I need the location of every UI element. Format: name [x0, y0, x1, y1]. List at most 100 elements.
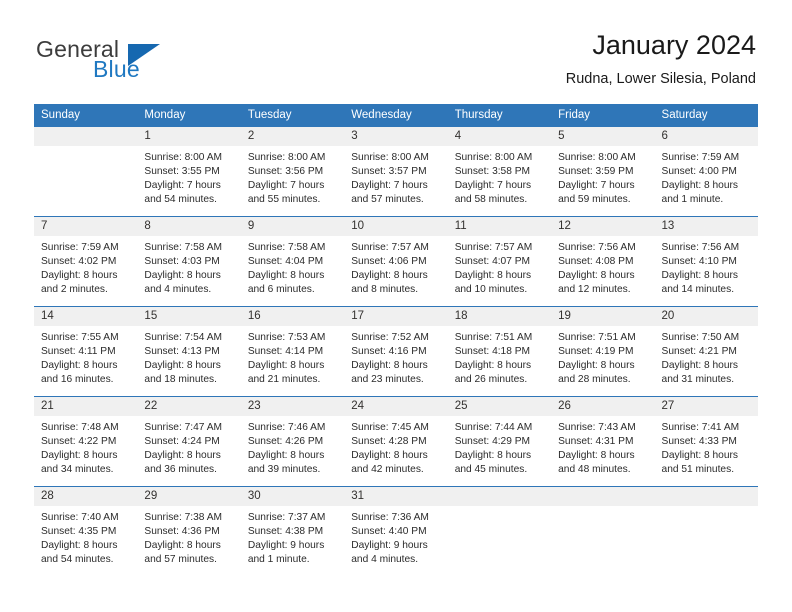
calendar-day-cell[interactable]: 4 Sunrise: 8:00 AM Sunset: 3:58 PM Daylight…	[447, 126, 552, 217]
sunset-text: Sunset: 4:14 PM	[247, 346, 324, 358]
calendar-day-cell[interactable]: 3 Sunrise: 8:00 AM Sunset: 3:57 PM Daylight…	[344, 126, 448, 217]
calendar-day-cell[interactable]: 19 Sunrise: 7:51 AM Sunset: 4:19 PM Dayligh…	[551, 306, 655, 397]
calendar-day-cell[interactable]: 15 Sunrise: 7:54 AM Sunset: 4:13 PM Dayligh…	[137, 306, 241, 397]
sunrise-text: Sunrise: 8:00 AM	[558, 152, 636, 163]
sunset-text: Sunset: 4:24 PM	[144, 436, 220, 448]
sunset-text: Sunset: 4:08 PM	[558, 256, 634, 268]
day-cell-inner: 4 Sunrise: 8:00 AM Sunset: 3:58 PM Daylight…	[447, 127, 552, 216]
day-number: 2	[240, 127, 345, 146]
calendar-header-row: Sunday Monday Tuesday Wednesday Thursday Frid…	[34, 104, 758, 127]
calendar-day-cell[interactable]: 31 Sunrise: 7:36 AM Sunset: 4:40 PM Dayligh…	[344, 486, 448, 576]
calendar-day-cell[interactable]: 8 Sunrise: 7:58 AM Sunset: 4:03 PM Daylight…	[137, 216, 241, 307]
weekday-header-thursday: Thursday	[447, 104, 552, 127]
sunrise-text: Sunrise: 7:56 AM	[661, 242, 740, 253]
calendar-day-cell[interactable]: 10 Sunrise: 7:57 AM Sunset: 4:06 PM Dayligh…	[344, 216, 448, 307]
day-details: Sunrise: 7:59 AM Sunset: 4:00 PM Daylight:…	[655, 146, 758, 207]
sunset-text: Sunset: 4:21 PM	[661, 346, 737, 358]
sunset-text: Sunset: 4:33 PM	[661, 436, 737, 448]
calendar-day-cell[interactable]: 9 Sunrise: 7:58 AM Sunset: 4:04 PM Daylight…	[240, 216, 345, 307]
sunset-text: Sunset: 4:10 PM	[661, 256, 737, 268]
day-details: Sunrise: 7:59 AM Sunset: 4:02 PM Daylight:…	[34, 236, 137, 297]
daylight-text-1: Daylight: 8 hours	[558, 270, 635, 282]
day-cell-inner: 27 Sunrise: 7:41 AM Sunset: 4:33 PM Dayligh…	[654, 397, 758, 486]
day-number: 11	[447, 217, 552, 236]
calendar-day-cell[interactable]: 26 Sunrise: 7:43 AM Sunset: 4:31 PM Dayligh…	[551, 396, 655, 487]
day-number: 17	[344, 307, 448, 326]
sunset-text: Sunset: 4:07 PM	[454, 256, 531, 268]
daylight-text-1: Daylight: 8 hours	[41, 360, 118, 372]
day-details: Sunrise: 7:40 AM Sunset: 4:35 PM Daylight:…	[34, 506, 137, 567]
day-details: Sunrise: 7:58 AM Sunset: 4:03 PM Daylight:…	[137, 236, 240, 297]
daylight-text-1: Daylight: 8 hours	[247, 360, 325, 372]
day-cell-inner: 7 Sunrise: 7:59 AM Sunset: 4:02 PM Daylight…	[34, 217, 138, 306]
sunrise-text: Sunrise: 7:56 AM	[558, 242, 636, 253]
page-title: January 2024	[592, 30, 756, 60]
calendar-week-row: 7 Sunrise: 7:59 AM Sunset: 4:02 PM Daylight…	[34, 216, 758, 307]
calendar-day-cell[interactable]: 5 Sunrise: 8:00 AM Sunset: 3:59 PM Daylight…	[551, 126, 655, 217]
day-details: Sunrise: 7:44 AM Sunset: 4:29 PM Daylight:…	[448, 416, 551, 477]
sunset-text: Sunset: 4:36 PM	[144, 526, 220, 538]
sunrise-text: Sunrise: 7:52 AM	[351, 332, 429, 343]
daylight-text-2: and 21 minutes.	[247, 374, 321, 386]
calendar-day-cell[interactable]: 11 Sunrise: 7:57 AM Sunset: 4:07 PM Dayligh…	[447, 216, 552, 307]
calendar-day-cell[interactable]: 25 Sunrise: 7:44 AM Sunset: 4:29 PM Dayligh…	[447, 396, 552, 487]
calendar-day-cell[interactable]: 14 Sunrise: 7:55 AM Sunset: 4:11 PM Dayligh…	[34, 306, 138, 397]
calendar-day-cell[interactable]: 24 Sunrise: 7:45 AM Sunset: 4:28 PM Dayligh…	[344, 396, 448, 487]
day-cell-inner: 19 Sunrise: 7:51 AM Sunset: 4:19 PM Dayligh…	[551, 307, 655, 396]
sunset-text: Sunset: 4:04 PM	[247, 256, 324, 268]
daylight-text-1: Daylight: 8 hours	[351, 360, 428, 372]
daylight-text-2: and 18 minutes.	[144, 374, 217, 386]
daylight-text-2: and 12 minutes.	[558, 284, 631, 296]
calendar-day-cell[interactable]: 2 Sunrise: 8:00 AM Sunset: 3:56 PM Daylight…	[240, 126, 345, 217]
calendar-day-cell[interactable]: 28 Sunrise: 7:40 AM Sunset: 4:35 PM Dayligh…	[34, 486, 138, 576]
sunset-text: Sunset: 4:18 PM	[454, 346, 531, 358]
day-number: 30	[240, 487, 345, 506]
day-cell-inner: 11 Sunrise: 7:57 AM Sunset: 4:07 PM Dayligh…	[447, 217, 552, 306]
day-number: 12	[551, 217, 655, 236]
calendar-day-cell[interactable]: 7 Sunrise: 7:59 AM Sunset: 4:02 PM Daylight…	[34, 216, 138, 307]
day-number	[654, 487, 758, 506]
day-cell-inner: 3 Sunrise: 8:00 AM Sunset: 3:57 PM Daylight…	[344, 127, 448, 216]
day-number: 7	[34, 217, 138, 236]
day-details: Sunrise: 8:00 AM Sunset: 3:55 PM Daylight:…	[137, 146, 240, 207]
calendar-day-cell[interactable]: 29 Sunrise: 7:38 AM Sunset: 4:36 PM Dayligh…	[137, 486, 241, 576]
sunrise-text: Sunrise: 7:59 AM	[661, 152, 740, 163]
day-cell-inner: 26 Sunrise: 7:43 AM Sunset: 4:31 PM Dayligh…	[551, 397, 655, 486]
calendar-day-cell[interactable]: 20 Sunrise: 7:50 AM Sunset: 4:21 PM Dayligh…	[654, 306, 758, 397]
daylight-text-2: and 57 minutes.	[351, 194, 424, 206]
calendar-day-cell[interactable]: 6 Sunrise: 7:59 AM Sunset: 4:00 PM Daylight…	[654, 126, 758, 217]
calendar-day-cell[interactable]: 30 Sunrise: 7:37 AM Sunset: 4:38 PM Dayligh…	[240, 486, 345, 576]
sunset-text: Sunset: 4:11 PM	[41, 346, 116, 358]
daylight-text-1: Daylight: 8 hours	[247, 450, 325, 462]
calendar-empty-cell	[551, 486, 655, 576]
general-blue-logo[interactable]: General Blue	[36, 36, 236, 82]
calendar-day-cell[interactable]: 17 Sunrise: 7:52 AM Sunset: 4:16 PM Dayligh…	[344, 306, 448, 397]
daylight-text-2: and 4 minutes.	[351, 554, 419, 566]
calendar-day-cell[interactable]: 18 Sunrise: 7:51 AM Sunset: 4:18 PM Dayligh…	[447, 306, 552, 397]
day-cell-inner: 12 Sunrise: 7:56 AM Sunset: 4:08 PM Dayligh…	[551, 217, 655, 306]
daylight-text-1: Daylight: 8 hours	[144, 270, 221, 282]
calendar-day-cell[interactable]: 23 Sunrise: 7:46 AM Sunset: 4:26 PM Dayligh…	[240, 396, 345, 487]
daylight-text-1: Daylight: 8 hours	[661, 180, 738, 192]
calendar-day-cell[interactable]: 16 Sunrise: 7:53 AM Sunset: 4:14 PM Dayligh…	[240, 306, 345, 397]
sunrise-text: Sunrise: 7:55 AM	[41, 332, 119, 343]
calendar-day-cell[interactable]: 1 Sunrise: 8:00 AM Sunset: 3:55 PM Daylight…	[137, 126, 241, 217]
calendar-day-cell[interactable]: 13 Sunrise: 7:56 AM Sunset: 4:10 PM Dayligh…	[654, 216, 758, 307]
calendar-day-cell[interactable]: 22 Sunrise: 7:47 AM Sunset: 4:24 PM Dayligh…	[137, 396, 241, 487]
sunset-text: Sunset: 4:03 PM	[144, 256, 220, 268]
day-details: Sunrise: 7:36 AM Sunset: 4:40 PM Daylight:…	[344, 506, 447, 567]
sunset-text: Sunset: 4:02 PM	[41, 256, 117, 268]
day-number	[551, 487, 655, 506]
calendar-day-cell[interactable]: 27 Sunrise: 7:41 AM Sunset: 4:33 PM Dayligh…	[654, 396, 758, 487]
day-details: Sunrise: 7:56 AM Sunset: 4:10 PM Daylight:…	[655, 236, 758, 297]
daylight-text-1: Daylight: 8 hours	[558, 360, 635, 372]
sunrise-text: Sunrise: 7:59 AM	[41, 242, 119, 253]
sunrise-text: Sunrise: 8:00 AM	[144, 152, 223, 163]
day-number: 14	[34, 307, 138, 326]
calendar-day-cell[interactable]: 12 Sunrise: 7:56 AM Sunset: 4:08 PM Dayligh…	[551, 216, 655, 307]
logo-text-blue: Blue	[93, 56, 140, 82]
daylight-text-1: Daylight: 8 hours	[351, 270, 428, 282]
calendar-day-cell[interactable]: 21 Sunrise: 7:48 AM Sunset: 4:22 PM Dayligh…	[34, 396, 138, 487]
sunrise-text: Sunrise: 7:58 AM	[247, 242, 326, 253]
calendar-week-row: 14 Sunrise: 7:55 AM Sunset: 4:11 PM Dayligh…	[34, 306, 758, 397]
